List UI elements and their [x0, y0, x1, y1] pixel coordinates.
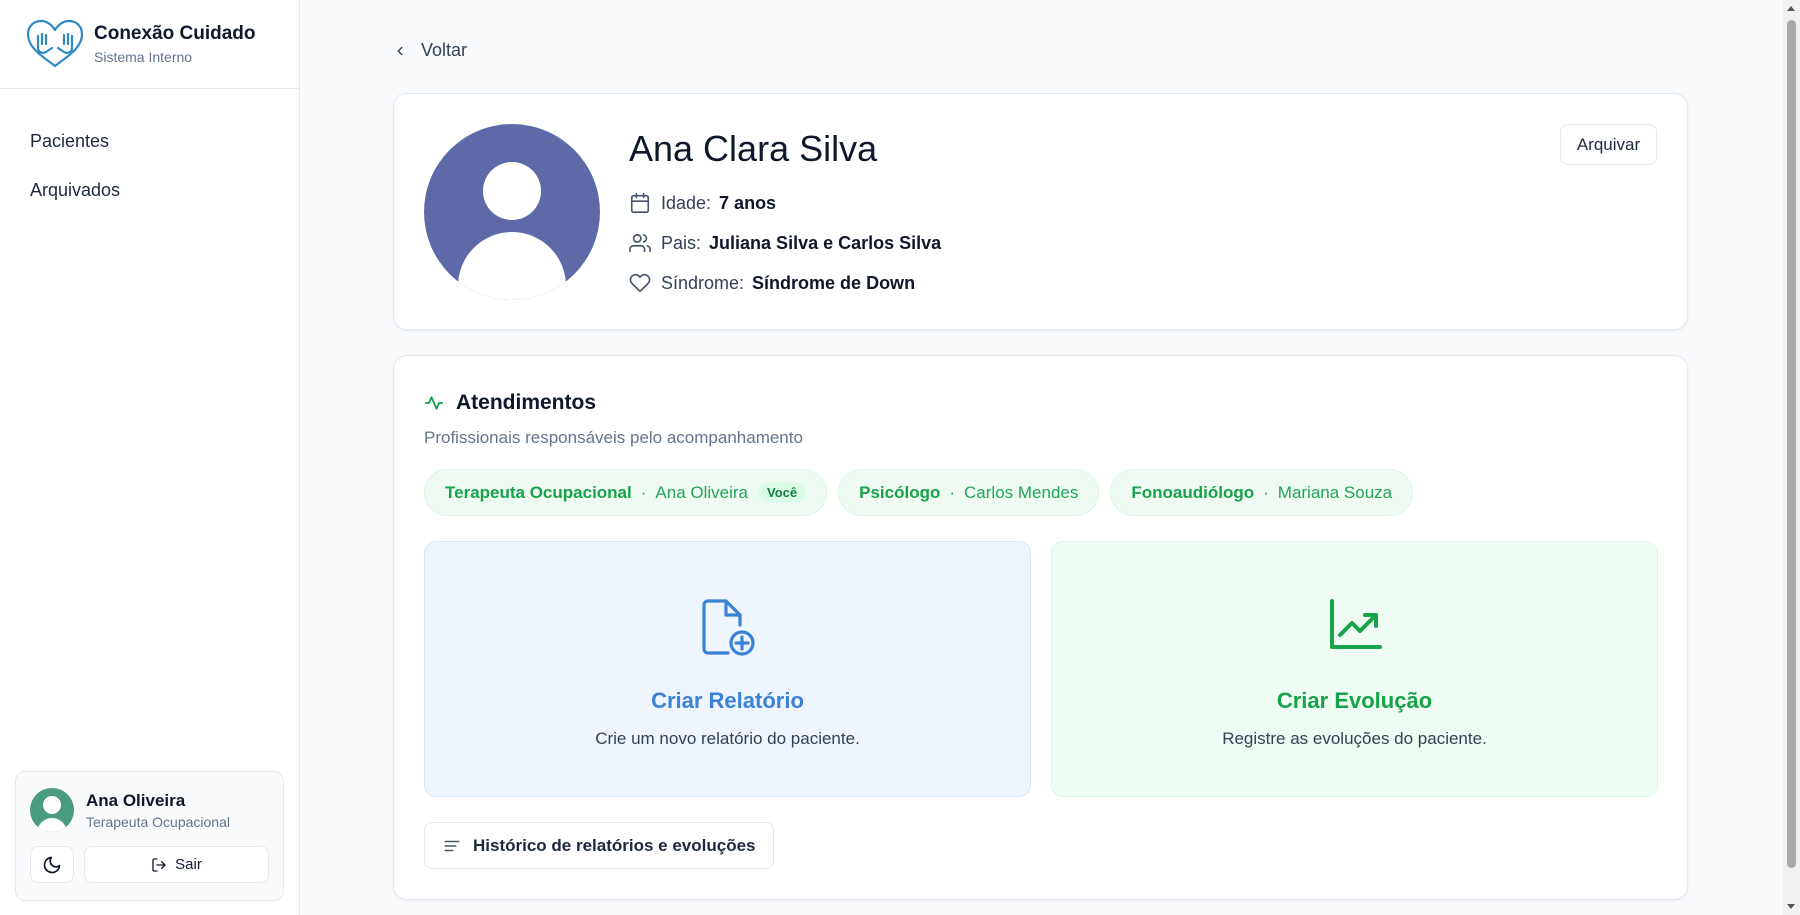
professional-role: Fonoaudiólogo — [1131, 482, 1255, 502]
create-evolution-title: Criar Evolução — [1276, 688, 1433, 713]
patient-parents: Juliana Silva e Carlos Silva — [709, 232, 942, 253]
activity-icon — [424, 396, 444, 410]
professionals-list: Terapeuta Ocupacional · Ana Oliveira Voc… — [424, 469, 1414, 516]
patient-parents-row: Pais: Juliana Silva e Carlos Silva — [629, 232, 941, 254]
you-badge: Você — [758, 482, 807, 503]
appointments-title: Atendimentos — [456, 391, 597, 414]
appointments-heading: Atendimentos — [424, 391, 596, 415]
patient-age-label: Idade: — [661, 192, 712, 213]
chevron-left-icon — [397, 46, 403, 55]
user-avatar — [30, 788, 74, 832]
scrollbar[interactable] — [1783, 0, 1800, 915]
logout-label: Sair — [175, 856, 202, 873]
create-report-description: Crie um novo relatório do paciente. — [595, 729, 860, 748]
professional-name: Mariana Souza — [1277, 482, 1393, 502]
calendar-icon — [630, 193, 650, 213]
logout-button[interactable]: Sair — [84, 846, 269, 883]
sidebar-item-pacientes[interactable]: Pacientes — [0, 117, 299, 166]
patient-age-row: Idade: 7 anos — [629, 192, 776, 214]
moon-icon — [43, 856, 61, 873]
file-plus-icon — [701, 599, 755, 656]
brand-name: Conexão Cuidado — [94, 23, 256, 44]
professional-role: Psicólogo — [859, 482, 941, 502]
appointments-card: Atendimentos Profissionais responsáveis … — [393, 355, 1688, 900]
logout-icon — [152, 857, 166, 872]
heart-hands-icon — [26, 19, 84, 68]
users-icon — [629, 233, 651, 253]
sidebar: Conexão Cuidado Sistema Interno Paciente… — [0, 0, 300, 915]
list-icon — [444, 840, 460, 851]
back-label: Voltar — [421, 40, 468, 60]
user-name: Ana Oliveira — [86, 790, 186, 810]
patient-parents-label: Pais: — [661, 232, 702, 253]
patient-name: Ana Clara Silva — [629, 128, 878, 169]
patient-avatar — [424, 124, 600, 300]
brand[interactable]: Conexão Cuidado Sistema Interno — [0, 0, 299, 89]
trending-up-icon — [1329, 599, 1382, 649]
professional-chip[interactable]: Psicólogo · Carlos Mendes — [838, 469, 1100, 516]
heart-icon — [629, 273, 651, 293]
archive-button[interactable]: Arquivar — [1560, 124, 1657, 165]
sidebar-item-arquivados[interactable]: Arquivados — [0, 166, 299, 215]
history-button[interactable]: Histórico de relatórios e evoluções — [424, 822, 775, 869]
brand-subtitle: Sistema Interno — [94, 49, 193, 65]
patient-syndrome-label: Síndrome: — [661, 272, 745, 293]
professional-role: Terapeuta Ocupacional — [445, 482, 632, 502]
patient-age: 7 anos — [719, 192, 777, 213]
professional-chip[interactable]: Fonoaudiólogo · Mariana Souza — [1110, 469, 1414, 516]
user-role: Terapeuta Ocupacional — [86, 813, 230, 830]
professional-chip[interactable]: Terapeuta Ocupacional · Ana Oliveira Voc… — [424, 469, 828, 516]
scroll-up-arrow[interactable] — [1787, 6, 1795, 11]
professional-name: Carlos Mendes — [964, 482, 1079, 502]
back-link[interactable]: Voltar — [393, 40, 467, 61]
patient-card: Ana Clara Silva Idade: 7 anos Pais: Juli… — [393, 93, 1688, 330]
history-label: Histórico de relatórios e evoluções — [473, 835, 756, 855]
user-card: Ana Oliveira Terapeuta Ocupacional Sair — [15, 771, 284, 901]
appointments-subtitle: Profissionais responsáveis pelo acompanh… — [424, 428, 803, 447]
scroll-down-arrow[interactable] — [1787, 904, 1795, 909]
sidebar-nav: Pacientes Arquivados — [0, 89, 299, 215]
patient-syndrome-row: Síndrome: Síndrome de Down — [629, 272, 915, 294]
create-report-button[interactable]: Criar Relatório Crie um novo relatório d… — [424, 541, 1031, 797]
theme-toggle-button[interactable] — [30, 846, 74, 883]
professional-name: Ana Oliveira — [655, 482, 749, 502]
create-evolution-description: Registre as evoluções do paciente. — [1222, 729, 1487, 748]
create-report-title: Criar Relatório — [651, 688, 804, 713]
scroll-thumb[interactable] — [1787, 20, 1796, 868]
patient-syndrome: Síndrome de Down — [752, 272, 916, 293]
create-evolution-button[interactable]: Criar Evolução Registre as evoluções do … — [1051, 541, 1658, 797]
